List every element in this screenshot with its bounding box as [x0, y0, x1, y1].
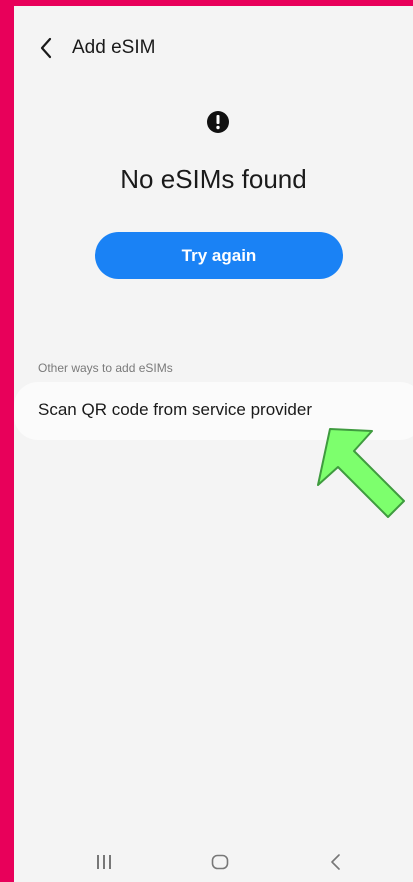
nav-back-chevron-icon: [331, 854, 340, 870]
no-esims-title: No eSIMs found: [120, 164, 307, 194]
header: Add eSIM: [14, 28, 413, 68]
alert-icon: [207, 111, 229, 133]
try-again-button[interactable]: Try again: [95, 232, 343, 279]
system-back-button[interactable]: [322, 850, 350, 874]
other-ways-label: Other ways to add eSIMs: [38, 361, 173, 375]
recent-apps-button[interactable]: [90, 850, 118, 874]
home-icon: [211, 854, 229, 870]
home-button[interactable]: [206, 850, 234, 874]
esim-screen: Add eSIM No eSIMs found Try again Other …: [14, 6, 413, 882]
scan-qr-label[interactable]: Scan QR code from service provider: [38, 400, 312, 420]
back-button[interactable]: [32, 34, 60, 62]
recent-apps-icon: [97, 855, 111, 869]
back-chevron-icon: [40, 37, 52, 59]
annotation-arrow-icon: [317, 428, 405, 518]
page-title: Add eSIM: [72, 37, 156, 58]
system-navigation-bar: [14, 844, 413, 882]
